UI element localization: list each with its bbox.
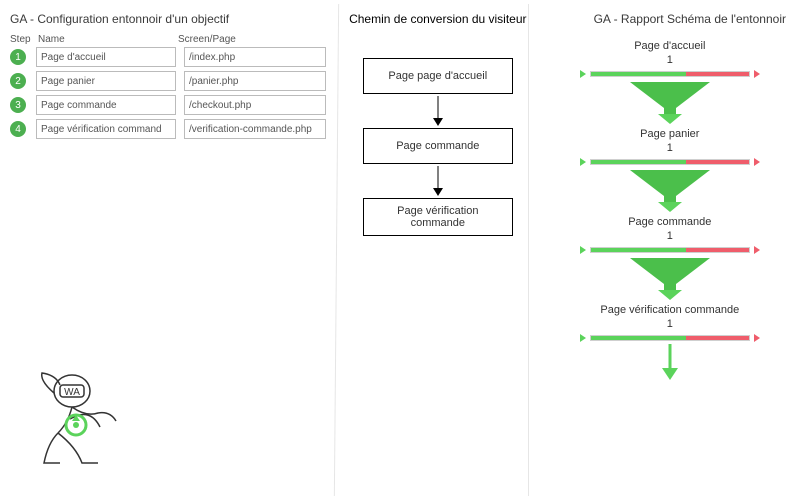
exit-arrow-icon (754, 246, 760, 254)
entry-arrow-icon (580, 70, 586, 78)
step-page-input[interactable] (184, 71, 326, 91)
path-step-box: Page commande (363, 128, 513, 164)
step-badge: 3 (10, 97, 26, 113)
step-page-input[interactable] (184, 47, 326, 67)
step-badge: 1 (10, 49, 26, 65)
header-step: Step (10, 34, 38, 45)
config-row: 4 (10, 119, 326, 139)
step-name-input[interactable] (36, 71, 176, 91)
exit-arrow-icon (754, 334, 760, 342)
step-name-input[interactable] (36, 47, 176, 67)
funnel-stage-count: 1 (580, 318, 760, 330)
funnel-stage: Page panier 1 (580, 128, 760, 214)
funnel-bar-icon (590, 159, 750, 165)
funnel-bar-icon (590, 71, 750, 77)
funnel-stage-title: Page commande (580, 216, 760, 228)
heading-config: GA - Configuration entonnoir d'un object… (10, 8, 326, 34)
funnel-report-column: GA - Rapport Schéma de l'entonnoir Page … (550, 8, 790, 492)
config-row: 3 (10, 95, 326, 115)
funnel-cone-icon (580, 166, 760, 214)
funnel-stage-title: Page vérification commande (580, 304, 760, 316)
funnel-cone-icon (580, 342, 760, 390)
funnel-stage-title: Page panier (580, 128, 760, 140)
funnel-stage-bar (580, 244, 760, 256)
step-badge: 4 (10, 121, 26, 137)
arrow-down-icon (428, 94, 448, 128)
funnel-stage-bar (580, 332, 760, 344)
entry-arrow-icon (580, 246, 586, 254)
config-column: GA - Configuration entonnoir d'un object… (10, 8, 326, 492)
path-step-box: Page page d'accueil (363, 58, 513, 94)
funnel-bar-icon (590, 247, 750, 253)
step-page-input[interactable] (184, 119, 326, 139)
funnel-cone-icon (580, 78, 760, 126)
config-table-header: Step Name Screen/Page (10, 34, 326, 45)
funnel-stage-count: 1 (580, 230, 760, 242)
heading-path: Chemin de conversion du visiteur (334, 8, 542, 34)
step-name-input[interactable] (36, 119, 176, 139)
path-step-label: Page commande (396, 140, 479, 152)
header-page: Screen/Page (178, 34, 326, 45)
arrow-down-icon (428, 164, 448, 198)
funnel-stage-bar (580, 68, 760, 80)
entry-arrow-icon (580, 158, 586, 166)
mascot-label: WA (64, 387, 80, 398)
mascot-icon: WA (20, 363, 140, 486)
funnel-stage-count: 1 (580, 54, 760, 66)
step-name-input[interactable] (36, 95, 176, 115)
funnel-stage-count: 1 (580, 142, 760, 154)
funnel-stage-bar (580, 156, 760, 168)
path-step-box: Page vérification commande (363, 198, 513, 236)
entry-arrow-icon (580, 334, 586, 342)
funnel-bar-icon (590, 335, 750, 341)
exit-arrow-icon (754, 70, 760, 78)
path-step-label: Page page d'accueil (388, 70, 487, 82)
config-row: 1 (10, 47, 326, 67)
funnel-stage: Page vérification commande 1 (580, 304, 760, 390)
funnel-stage-title: Page d'accueil (580, 40, 760, 52)
funnel-stage: Page d'accueil 1 (580, 40, 760, 126)
config-row: 2 (10, 71, 326, 91)
exit-arrow-icon (754, 158, 760, 166)
step-badge: 2 (10, 73, 26, 89)
header-name: Name (38, 34, 178, 45)
step-page-input[interactable] (184, 95, 326, 115)
path-step-label: Page vérification commande (372, 205, 504, 229)
funnel-cone-icon (580, 254, 760, 302)
heading-report: GA - Rapport Schéma de l'entonnoir (550, 8, 790, 34)
funnel-stage: Page commande 1 (580, 216, 760, 302)
visitor-path-column: Chemin de conversion du visiteur Page pa… (334, 8, 542, 492)
